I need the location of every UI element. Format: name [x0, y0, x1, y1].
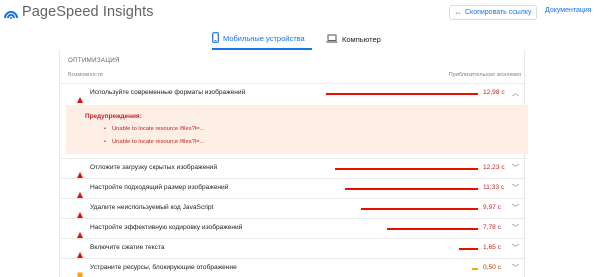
section-title: ОПТИМИЗАЦИЯ: [68, 57, 120, 64]
audit-label: Включите сжатие текста: [90, 244, 165, 251]
savings-value: 12,23 с: [483, 164, 505, 171]
link-icon: ⇔: [454, 8, 462, 17]
warning-item: Unable to locate resource /files?l=...: [104, 126, 204, 132]
chevron-down-icon[interactable]: ﹀: [512, 163, 519, 173]
tab-desktop-label: Компьютер: [342, 34, 381, 44]
audit-row[interactable]: Настройте подходящий размер изображений …: [60, 178, 526, 198]
savings-value: 9,97 с: [483, 204, 501, 211]
chevron-up-icon[interactable]: ︿: [512, 88, 519, 98]
tab-desktop[interactable]: Компьютер: [326, 28, 381, 50]
audit-row[interactable]: Удалите неиспользуемый код JavaScript 9,…: [60, 198, 526, 218]
app-logo[interactable]: PageSpeed Insights: [4, 4, 154, 20]
audit-label: Настройте эффективную кодировку изображе…: [90, 224, 243, 231]
pagespeed-logo-icon: [4, 6, 18, 19]
phone-icon: [212, 31, 223, 45]
audit-label: Устраните ресурсы, блокирующие отображен…: [90, 264, 237, 271]
column-header-opportunities: Возможности: [68, 72, 103, 78]
column-header-savings: Приблизительная экономия: [448, 72, 521, 78]
chevron-down-icon[interactable]: ﹀: [512, 243, 519, 253]
audit-row[interactable]: Настройте эффективную кодировку изображе…: [60, 218, 526, 238]
savings-bar: [334, 168, 478, 170]
audit-label: Настройте подходящий размер изображений: [90, 184, 229, 191]
chevron-down-icon[interactable]: ﹀: [512, 183, 519, 193]
app-title: PageSpeed Insights: [22, 4, 154, 20]
copy-link-button[interactable]: ⇔ Скопировать ссылку: [449, 5, 537, 20]
savings-value: 11,33 с: [483, 184, 505, 191]
opportunities-panel: ОПТИМИЗАЦИЯ Возможности Приблизительная …: [59, 50, 528, 277]
laptop-icon: [326, 33, 342, 45]
audit-label: Удалите неиспользуемый код JavaScript: [90, 204, 214, 211]
savings-value: 0,50 с: [483, 264, 501, 271]
tab-mobile-label: Мобильные устройства: [223, 33, 305, 43]
savings-bar: [361, 208, 478, 210]
savings-bar: [458, 248, 478, 250]
tab-mobile[interactable]: Мобильные устройства: [212, 28, 312, 50]
copy-link-label: Скопировать ссылку: [465, 9, 532, 16]
average-square-icon: [77, 265, 83, 277]
audit-row[interactable]: Устраните ресурсы, блокирующие отображен…: [60, 258, 526, 277]
audit-row[interactable]: Включите сжатие текста 1,65 с ﹀: [60, 238, 526, 258]
savings-value: 12,98 с: [483, 89, 505, 96]
savings-bar: [386, 228, 478, 230]
documentation-link[interactable]: Документация: [545, 7, 592, 14]
chevron-down-icon[interactable]: ﹀: [512, 223, 519, 233]
top-bar: PageSpeed Insights ⇔ Скопировать ссылку …: [0, 0, 600, 26]
warnings-title: Предупреждения:: [85, 113, 142, 120]
audit-row[interactable]: Отложите загрузку скрытых изображений 12…: [60, 158, 526, 178]
savings-bar: [472, 268, 478, 270]
audit-row[interactable]: Используйте современные форматы изображе…: [60, 83, 526, 103]
savings-value: 7,78 с: [483, 224, 501, 231]
audit-label: Отложите загрузку скрытых изображений: [90, 164, 218, 171]
chevron-down-icon[interactable]: ﹀: [512, 263, 519, 273]
device-tabs: Мобильные устройства Компьютер: [0, 26, 600, 50]
warnings-box: Предупреждения: Unable to locate resourc…: [66, 105, 528, 154]
audit-label: Используйте современные форматы изображе…: [90, 89, 246, 96]
savings-bar: [345, 188, 478, 190]
warning-item: Unable to locate resource /files?l=...: [104, 139, 204, 145]
savings-bar: [326, 93, 478, 95]
savings-value: 1,65 с: [483, 244, 501, 251]
chevron-down-icon[interactable]: ﹀: [512, 203, 519, 213]
